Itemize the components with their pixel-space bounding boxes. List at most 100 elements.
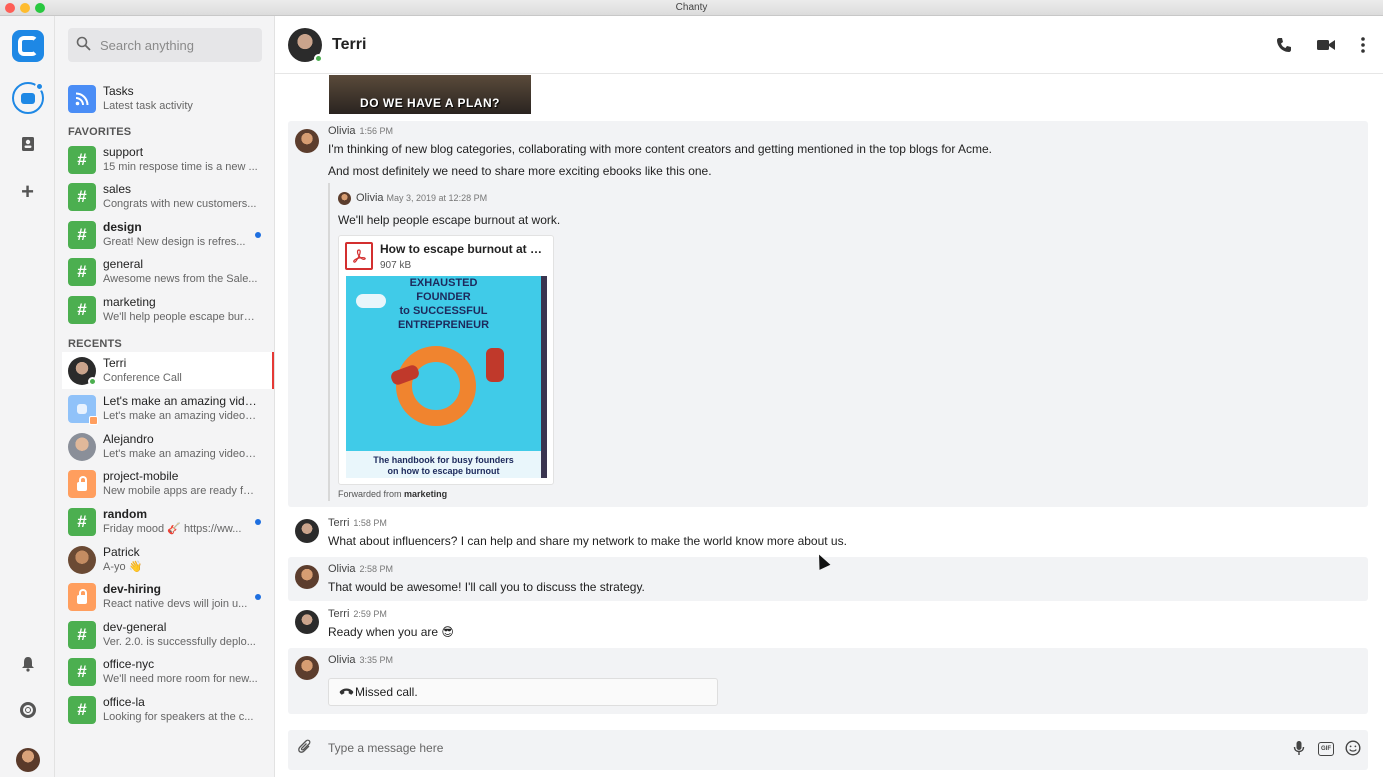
hash-icon: # [68, 621, 96, 649]
file-attachment-card[interactable]: How to escape burnout at w... 907 kB EXH… [338, 235, 554, 485]
paperclip-icon[interactable] [298, 739, 312, 760]
conversation-name: Alejandro [103, 432, 154, 446]
conversation-name: dev-general [103, 620, 167, 634]
recent-item-office-nyc[interactable]: # office-nyc We'll need more room for ne… [68, 654, 273, 690]
avatar [295, 519, 319, 543]
phone-icon[interactable] [1273, 34, 1295, 56]
avatar[interactable] [288, 28, 323, 63]
emoji-icon[interactable] [1345, 740, 1361, 759]
plus-icon[interactable]: + [21, 181, 34, 203]
online-status-dot [88, 376, 97, 386]
search-input[interactable] [100, 37, 250, 53]
conversation-name: Let's make an amazing vide... [103, 394, 258, 408]
message-time: 2:58 PM [359, 564, 394, 574]
more-vertical-icon[interactable] [1352, 34, 1374, 56]
window-titlebar: Chanty [0, 0, 1383, 16]
chanty-logo-icon[interactable] [11, 30, 44, 62]
message-author[interactable]: Terri [328, 608, 349, 620]
message-text: Ready when you are 😎 [328, 625, 454, 639]
tasks-preview: Latest task activity [103, 100, 193, 112]
message-list[interactable]: DO WE HAVE A PLAN? Olivia 1:56 PM I'm thi… [275, 75, 1383, 725]
bell-icon[interactable] [21, 656, 35, 676]
microphone-icon[interactable] [1293, 740, 1305, 759]
tasks-item[interactable]: Tasks Latest task activity [68, 81, 273, 117]
conversation-preview: Conference Call [103, 371, 182, 384]
message-time: 1:56 PM [359, 126, 394, 136]
conversation-name: office-nyc [103, 657, 155, 671]
channel-item-support[interactable]: # support 15 min respose time is a new .… [68, 142, 273, 178]
recent-item-patrick[interactable]: Patrick A-yo 👋 [68, 542, 273, 578]
gif-icon[interactable]: GIF [1318, 742, 1334, 756]
recents-heading: RECENTS [68, 338, 122, 350]
file-preview-image[interactable]: EXHAUSTED FOUNDER to SUCCESSFUL ENTREPRE… [346, 276, 547, 478]
contacts-book-icon[interactable] [21, 136, 35, 156]
recent-item-dev-general[interactable]: # dev-general Ver. 2.0. is successfully … [68, 617, 273, 653]
message-item: Olivia 3:35 PM Missed call. [288, 648, 1368, 714]
message-text: What about influencers? I can help and s… [328, 534, 847, 548]
conversation-preview: We'll need more room for new... [103, 673, 258, 685]
conversation-preview: Let's make an amazing video t... [103, 448, 258, 460]
message-author[interactable]: Olivia [328, 125, 356, 137]
unread-dot [255, 594, 261, 600]
conversation-title[interactable]: Terri [332, 36, 366, 54]
notification-dot [34, 82, 44, 91]
missed-call-text: Missed call. [355, 685, 418, 699]
help-lifebuoy-icon[interactable] [19, 702, 36, 722]
group-chat-icon [68, 395, 98, 425]
message-author[interactable]: Olivia [328, 563, 356, 575]
recent-item-alejandro[interactable]: Alejandro Let's make an amazing video t.… [68, 429, 273, 465]
channel-preview: We'll help people escape burn... [103, 311, 258, 323]
message-time: 2:59 PM [353, 609, 387, 619]
missed-call-card[interactable]: Missed call. [328, 678, 718, 706]
message-input[interactable] [328, 741, 1228, 755]
recent-item-project-mobile[interactable]: project-mobile New mobile apps are ready… [68, 466, 273, 502]
recent-item-dev-hiring[interactable]: dev-hiring React native devs will join u… [68, 579, 273, 615]
hero-illustration [486, 348, 504, 382]
message-author[interactable]: Terri [328, 517, 349, 529]
video-camera-icon[interactable] [1315, 34, 1337, 56]
message-text: We'll help people escape burnout at work… [338, 213, 561, 227]
recent-item-random[interactable]: # random Friday mood 🎸 https://ww... [68, 504, 273, 540]
forwarded-message: Olivia May 3, 2019 at 12:28 PM We'll help… [328, 183, 1028, 501]
channel-name: marketing [103, 295, 156, 309]
gif-image[interactable]: DO WE HAVE A PLAN? [329, 75, 531, 114]
hash-icon: # [68, 696, 96, 724]
channel-item-general[interactable]: # general Awesome news from the Sale... [68, 254, 273, 290]
file-name[interactable]: How to escape burnout at w... [380, 242, 548, 256]
forwarded-channel-link[interactable]: marketing [404, 489, 447, 499]
file-size: 907 kB [380, 260, 412, 271]
avatar [295, 610, 319, 634]
channel-item-sales[interactable]: # sales Congrats with new customers... [68, 179, 273, 215]
channel-item-marketing[interactable]: # marketing We'll help people escape bur… [68, 292, 273, 328]
conversation-preview: Let's make an amazing video t... [103, 410, 258, 422]
conversation-preview: Ver. 2.0. is successfully deplo... [103, 636, 256, 648]
lifebuoy-illustration [396, 346, 476, 426]
conversation-preview: A-yo 👋 [103, 561, 143, 573]
message-item: Terri 2:59 PM Ready when you are 😎 [288, 602, 1368, 646]
forwarded-from-label: Forwarded from marketing [338, 489, 448, 499]
channel-name: support [103, 145, 144, 159]
recent-item-office-la[interactable]: # office-la Looking for speakers at the … [68, 692, 273, 728]
conversation-name: Patrick [103, 545, 140, 559]
conversation-header: Terri [275, 16, 1383, 74]
lock-badge-icon [89, 416, 98, 425]
hash-icon: # [68, 183, 96, 211]
search-box[interactable] [68, 28, 262, 62]
conversation-pane: Terri DO WE HAVE A PLAN? Olivia 1:56 PM I… [275, 16, 1383, 777]
user-avatar-icon[interactable] [15, 748, 40, 772]
conversation-preview: Friday mood 🎸 https://ww... [103, 523, 242, 535]
avatar [338, 192, 351, 205]
avatar [295, 129, 319, 153]
tasks-label: Tasks [103, 84, 134, 98]
recent-item-group-video[interactable]: Let's make an amazing vide... Let's make… [68, 391, 273, 427]
conversation-name: dev-hiring [103, 582, 162, 596]
channel-item-design[interactable]: # design Great! New design is refres... [68, 217, 273, 253]
window-title: Chanty [675, 2, 708, 13]
preview-caption: The handbook for busy founders on how to… [346, 451, 541, 478]
message-composer: GIF [288, 730, 1368, 770]
message-author[interactable]: Olivia [356, 192, 384, 204]
message-author[interactable]: Olivia [328, 654, 356, 666]
recent-item-terri[interactable]: Terri Conference Call [62, 352, 274, 389]
chat-icon[interactable] [11, 82, 44, 114]
hash-icon: # [68, 221, 96, 249]
